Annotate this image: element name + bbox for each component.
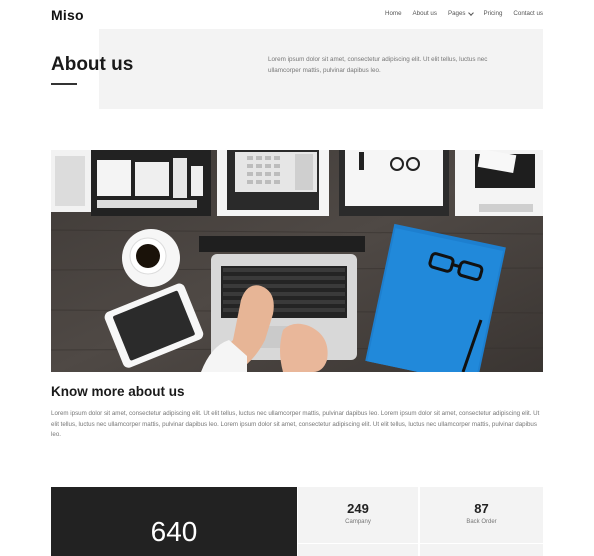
site-logo[interactable]: Miso	[51, 7, 84, 23]
stat-card-lower	[298, 544, 418, 556]
site-header: Miso Home About us Pages Pricing Contact…	[0, 0, 594, 30]
stat-label: Back Order	[466, 519, 497, 525]
hero-description: Lorem ipsum dolor sit amet, consectetur …	[268, 56, 488, 74]
page-title: About us	[51, 54, 134, 75]
section-title: Know more about us	[51, 384, 185, 399]
nav-item-pages[interactable]: Pages	[447, 9, 474, 17]
stat-label: Campany	[345, 519, 371, 525]
title-underline	[51, 83, 77, 85]
nav-label: Pricing	[483, 10, 503, 17]
office-desk-image	[51, 150, 543, 372]
chevron-down-icon	[467, 9, 474, 16]
stat-value: 249	[347, 501, 369, 516]
nav-label: About us	[412, 10, 437, 17]
main-nav: Home About us Pages Pricing Contact us	[374, 9, 543, 17]
nav-label: Home	[385, 10, 402, 17]
stat-card-back-order: 87 Back Order	[420, 487, 543, 543]
nav-item-home[interactable]: Home	[385, 10, 402, 17]
stat-main-value: 640	[150, 516, 198, 547]
stat-card-lower	[420, 544, 543, 556]
stat-main: 640	[51, 487, 297, 556]
nav-label: Contact us	[513, 10, 543, 17]
stat-card-company: 249 Campany	[298, 487, 418, 543]
stat-value: 87	[474, 501, 489, 516]
section-description: Lorem ipsum dolor sit amet, consectetur …	[51, 410, 540, 439]
nav-item-pricing[interactable]: Pricing	[484, 10, 503, 17]
nav-item-contact-us[interactable]: Contact us	[513, 10, 543, 17]
nav-label: Pages	[447, 10, 466, 17]
nav-item-about-us[interactable]: About us	[413, 10, 437, 17]
